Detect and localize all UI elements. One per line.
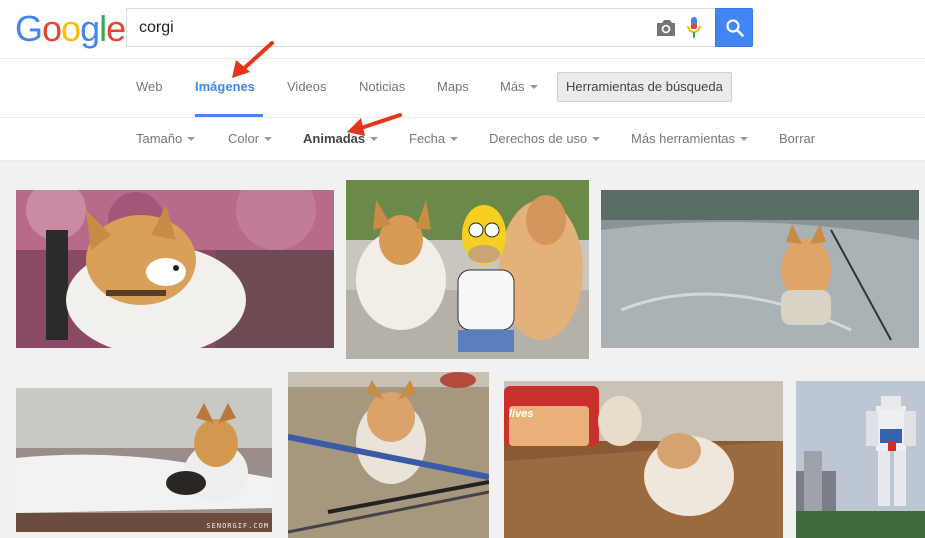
google-logo[interactable]: Google bbox=[15, 8, 126, 49]
logo-letter: o bbox=[42, 8, 62, 49]
tab-videos[interactable]: Videos bbox=[287, 59, 327, 117]
corgi-image bbox=[16, 190, 334, 348]
chevron-down-icon bbox=[592, 136, 601, 141]
gundam-statue-image bbox=[796, 381, 925, 538]
corgi-ice-image bbox=[601, 190, 919, 348]
tab-news[interactable]: Noticias bbox=[359, 59, 405, 117]
search-tabs: Web Imágenes Videos Noticias Maps Más He… bbox=[0, 58, 925, 118]
search-icon bbox=[726, 19, 744, 37]
image-result[interactable]: SENORGIF.COM bbox=[16, 388, 272, 532]
camera-icon[interactable] bbox=[655, 18, 677, 38]
tool-label: Tamaño bbox=[136, 131, 183, 146]
tool-color[interactable]: Color bbox=[228, 118, 273, 160]
search-button[interactable] bbox=[715, 8, 753, 47]
tool-label: Más herramientas bbox=[631, 131, 736, 146]
logo-letter: l bbox=[99, 8, 107, 49]
tool-label: Fecha bbox=[409, 131, 446, 146]
chevron-down-icon bbox=[450, 136, 459, 141]
corgi-blanket-image bbox=[16, 388, 272, 532]
tab-label: Web bbox=[136, 79, 163, 94]
search-tools-button[interactable]: Herramientas de búsqueda bbox=[557, 72, 732, 102]
tool-more-tools[interactable]: Más herramientas bbox=[631, 118, 749, 160]
header: Google bbox=[0, 0, 925, 58]
image-result[interactable] bbox=[16, 190, 334, 348]
chevron-down-icon bbox=[370, 136, 379, 141]
image-result[interactable] bbox=[346, 180, 589, 359]
corgi-puppies-image bbox=[504, 381, 783, 538]
tool-label: Derechos de uso bbox=[489, 131, 588, 146]
search-tools-bar: Tamaño Color Animadas Fecha Derechos de … bbox=[0, 118, 925, 161]
logo-letter: e bbox=[106, 8, 126, 49]
image-result[interactable]: lives bbox=[504, 381, 783, 538]
tab-web[interactable]: Web bbox=[136, 59, 163, 117]
tool-animated[interactable]: Animadas bbox=[303, 118, 379, 160]
google-images-page: Google corgi Web Imágenes Videos Noticia… bbox=[0, 0, 925, 538]
chevron-down-icon bbox=[740, 136, 749, 141]
search-input[interactable] bbox=[139, 9, 639, 46]
tool-label: Animadas bbox=[303, 131, 366, 146]
chevron-down-icon bbox=[187, 136, 196, 141]
corgi-homer-image bbox=[346, 180, 589, 359]
tab-label: Más bbox=[500, 79, 525, 94]
tab-images[interactable]: Imágenes bbox=[195, 59, 263, 117]
tool-date[interactable]: Fecha bbox=[409, 118, 459, 160]
tool-label: Borrar bbox=[779, 131, 816, 146]
logo-letter: G bbox=[15, 8, 43, 49]
tab-label: Noticias bbox=[359, 79, 406, 94]
image-result[interactable] bbox=[601, 190, 919, 348]
box-label: lives bbox=[509, 408, 534, 420]
microphone-icon[interactable] bbox=[686, 16, 702, 40]
watermark: SENORGIF.COM bbox=[206, 522, 269, 530]
tool-label: Color bbox=[228, 131, 260, 146]
logo-letter: g bbox=[80, 8, 100, 49]
search-box bbox=[126, 8, 716, 47]
image-result[interactable] bbox=[796, 381, 925, 538]
tab-label: Imágenes bbox=[195, 79, 255, 94]
tool-size[interactable]: Tamaño bbox=[136, 118, 196, 160]
tool-usage-rights[interactable]: Derechos de uso bbox=[489, 118, 601, 160]
tab-label: Maps bbox=[437, 79, 469, 94]
corgi-agility-image bbox=[288, 372, 489, 538]
tab-label: Videos bbox=[287, 79, 327, 94]
tab-more[interactable]: Más bbox=[500, 59, 538, 117]
logo-letter: o bbox=[61, 8, 81, 49]
tool-clear[interactable]: Borrar bbox=[779, 118, 815, 160]
image-result[interactable] bbox=[288, 372, 489, 538]
chevron-down-icon bbox=[529, 84, 538, 89]
tab-maps[interactable]: Maps bbox=[437, 59, 469, 117]
chevron-down-icon bbox=[264, 136, 273, 141]
